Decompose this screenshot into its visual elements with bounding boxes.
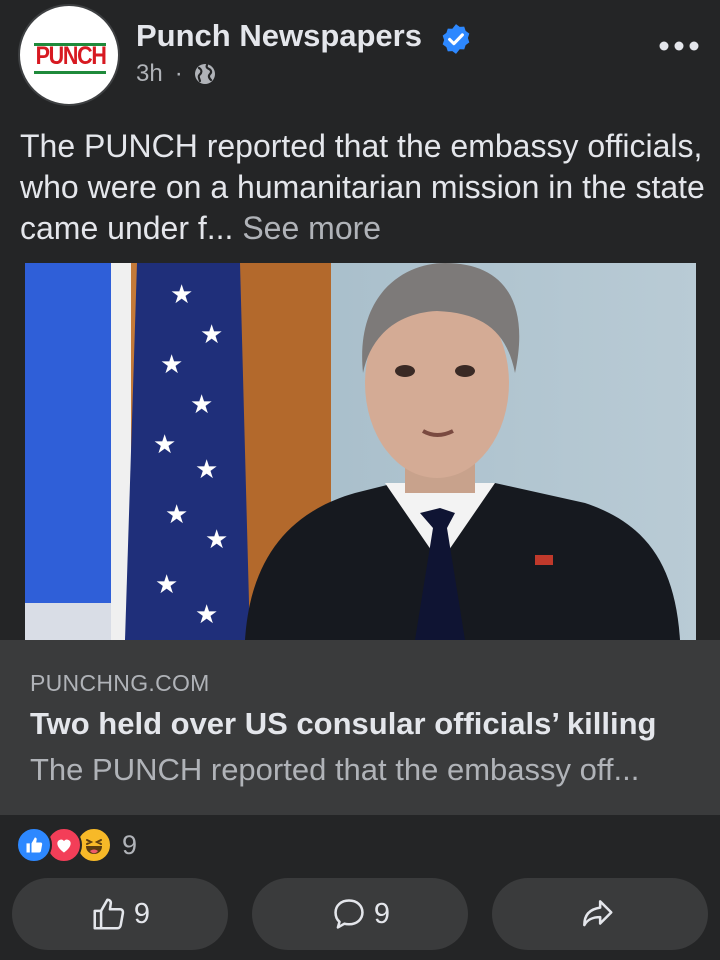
post-header: PUNCH Punch Newspapers 3h · xyxy=(0,0,720,110)
share-icon xyxy=(583,900,613,927)
comment-icon xyxy=(334,899,364,929)
link-title[interactable]: Two held over US consular officials’ kil… xyxy=(30,706,656,742)
thumbs-up-icon xyxy=(93,898,125,930)
post-text: The PUNCH reported that the embassy offi… xyxy=(20,126,710,249)
share-button[interactable] xyxy=(492,878,708,950)
svg-text:★: ★ xyxy=(200,320,223,350)
verified-badge-icon xyxy=(442,24,470,54)
link-domain: PUNCHNG.COM xyxy=(30,670,210,696)
svg-text:★: ★ xyxy=(190,390,213,420)
more-options-icon[interactable] xyxy=(657,36,701,56)
like-reaction-icon xyxy=(16,827,52,863)
svg-text:★: ★ xyxy=(195,455,218,485)
see-more-link[interactable]: See more xyxy=(242,210,381,246)
meta-separator: · xyxy=(174,60,183,87)
punch-logo: PUNCH xyxy=(35,42,107,70)
svg-text:★: ★ xyxy=(160,350,183,380)
reaction-count: 9 xyxy=(122,829,138,860)
avatar-stripe-bottom xyxy=(34,71,106,74)
svg-text:★: ★ xyxy=(165,500,188,530)
comment-button[interactable]: 9 xyxy=(252,878,468,950)
link-preview-image[interactable]: ★ ★ ★ ★ ★ ★ ★ ★ ★ ★ xyxy=(25,263,696,640)
link-preview-card[interactable]: PUNCHNG.COM Two held over US consular of… xyxy=(0,640,720,815)
page-name[interactable]: Punch Newspapers xyxy=(136,18,422,54)
svg-text:★: ★ xyxy=(153,430,176,460)
svg-text:★: ★ xyxy=(170,280,193,310)
svg-text:★: ★ xyxy=(155,570,178,600)
like-count: 9 xyxy=(133,897,151,930)
post-action-bar: 9 9 xyxy=(0,878,720,950)
svg-text:★: ★ xyxy=(205,525,228,555)
post-time[interactable]: 3h xyxy=(136,60,163,88)
svg-text:★: ★ xyxy=(195,600,218,630)
comment-count: 9 xyxy=(373,897,391,930)
like-button[interactable]: 9 xyxy=(12,878,228,950)
reactions-summary[interactable]: 9 xyxy=(16,826,137,864)
link-description: The PUNCH reported that the embassy off.… xyxy=(30,752,640,787)
news-photo: ★ ★ ★ ★ ★ ★ ★ ★ ★ ★ xyxy=(25,263,696,640)
globe-icon xyxy=(194,63,215,84)
page-avatar[interactable]: PUNCH xyxy=(18,4,120,106)
post-meta: 3h · xyxy=(136,59,217,89)
